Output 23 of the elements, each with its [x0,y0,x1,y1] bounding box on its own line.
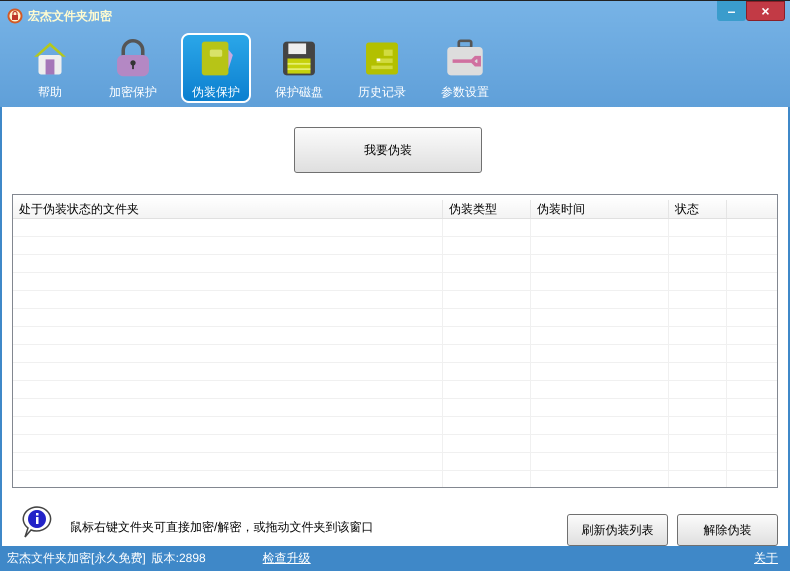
toolbar-tab[interactable]: 伪装保护 [181,33,251,103]
version-label: 版本:2898 [152,550,206,568]
padlock-icon [7,8,23,24]
column-header[interactable]: 处于伪装状态的文件夹 [13,200,443,218]
window-title: 宏杰文件夹加密 [28,8,112,25]
toolbar-tab[interactable]: 帮助 [15,33,85,103]
column-header[interactable]: 伪装类型 [443,200,531,218]
toolbar-tab[interactable]: 加密保护 [98,33,168,103]
disguise-button[interactable]: 我要伪装 [294,126,482,173]
toolbar-tab[interactable]: 保护磁盘 [264,33,334,103]
update-link[interactable]: 检查升级 [262,549,311,568]
toolbar-tab[interactable]: 参数设置 [430,33,500,103]
refresh-list-button[interactable]: 刷新伪装列表 [567,514,668,546]
close-button[interactable]: × [746,1,785,21]
undisguise-button[interactable]: 解除伪装 [677,514,778,546]
info-icon [20,504,54,539]
hint-text: 鼠标右键文件夹可直接加密/解密，或拖动文件夹到该窗口 [70,518,374,536]
product-label: 宏杰文件夹加密[永久免费] [7,550,146,568]
column-header[interactable]: 状态 [669,200,727,218]
column-header[interactable]: 伪装时间 [531,200,669,218]
toolbar-tab[interactable]: 历史记录 [347,33,417,103]
minimize-button[interactable]: – [717,1,746,21]
about-link[interactable]: 关于 [754,549,778,568]
